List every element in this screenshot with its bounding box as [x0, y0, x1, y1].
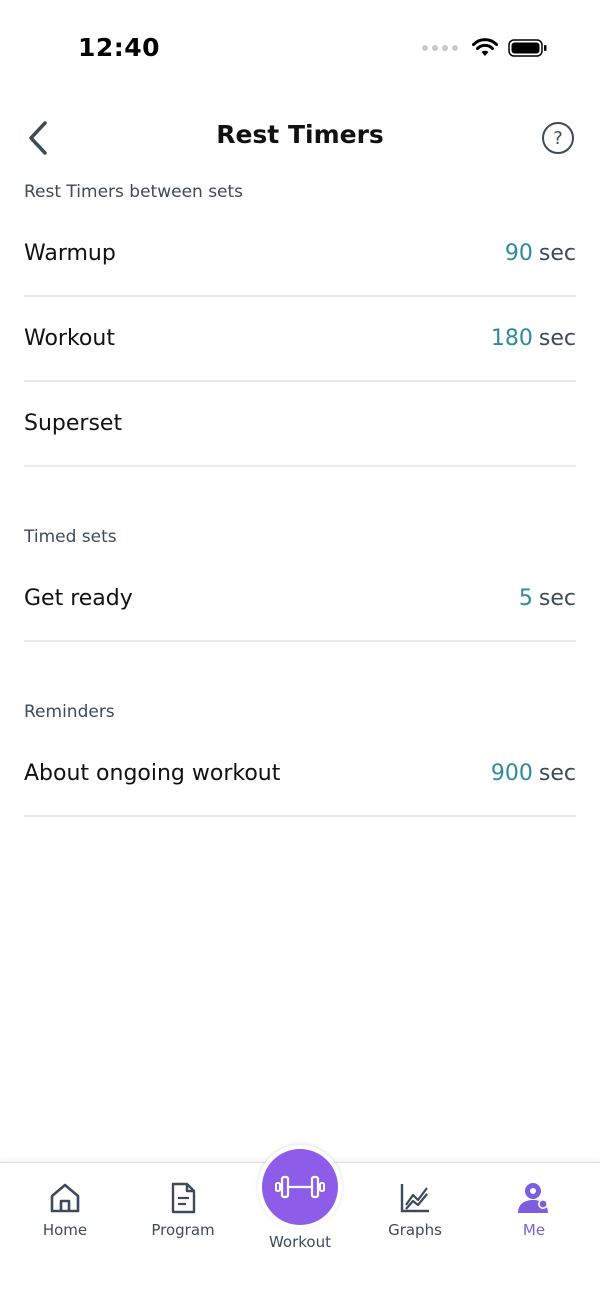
tab-label: Program [151, 1221, 215, 1239]
tab-home[interactable]: Home [10, 1181, 120, 1239]
row-value: 180 sec [491, 326, 576, 351]
row-get-ready[interactable]: Get ready 5 sec [24, 557, 576, 642]
tab-me[interactable]: Me [479, 1181, 589, 1239]
status-bar: 12:40 [0, 0, 600, 96]
value-number: 900 [490, 761, 533, 786]
status-icons [422, 38, 548, 58]
row-label: Get ready [24, 586, 133, 611]
row-label: Workout [24, 326, 115, 351]
row-ongoing-workout[interactable]: About ongoing workout 900 sec [24, 732, 576, 817]
tab-label: Graphs [388, 1221, 442, 1239]
battery-icon [508, 39, 547, 57]
value-unit: sec [538, 761, 576, 786]
section-label-reminders: Reminders [24, 702, 115, 722]
tab-graphs[interactable]: Graphs [360, 1181, 470, 1239]
profile-icon [518, 1183, 548, 1213]
row-warmup[interactable]: Warmup 90 sec [24, 212, 576, 297]
row-value: 5 sec [519, 586, 576, 611]
row-label: About ongoing workout [24, 761, 281, 786]
row-value [570, 411, 576, 436]
document-icon [171, 1182, 196, 1214]
tab-workout[interactable] [262, 1149, 338, 1225]
section-label-rest-timers: Rest Timers between sets [24, 182, 244, 202]
page-title: Rest Timers [216, 120, 384, 149]
chart-icon [400, 1184, 429, 1213]
value-number: 5 [518, 586, 533, 611]
value-unit: sec [538, 326, 576, 351]
question-icon: ? [553, 127, 563, 149]
value-unit: sec [538, 586, 576, 611]
signal-icon [422, 45, 458, 51]
tab-program[interactable]: Program [128, 1181, 238, 1239]
help-button[interactable]: ? [542, 122, 574, 154]
home-icon [50, 1183, 80, 1213]
tab-label: Me [522, 1221, 546, 1239]
dumbbell-icon [275, 1175, 325, 1199]
row-workout[interactable]: Workout 180 sec [24, 297, 576, 382]
value-number: 180 [490, 326, 533, 351]
row-value: 90 sec [505, 241, 576, 266]
tab-label: Home [42, 1221, 88, 1239]
status-time: 12:40 [78, 33, 161, 62]
row-label: Superset [24, 411, 123, 436]
row-label: Warmup [24, 241, 116, 266]
value-number: 90 [504, 241, 533, 266]
tab-label-workout: Workout [268, 1233, 331, 1251]
section-label-timed-sets: Timed sets [24, 527, 117, 547]
nav-header: Rest Timers ? [0, 110, 600, 166]
row-value: 900 sec [491, 761, 576, 786]
wifi-icon [472, 38, 498, 56]
row-superset[interactable]: Superset [24, 382, 576, 467]
value-unit: sec [538, 241, 576, 266]
